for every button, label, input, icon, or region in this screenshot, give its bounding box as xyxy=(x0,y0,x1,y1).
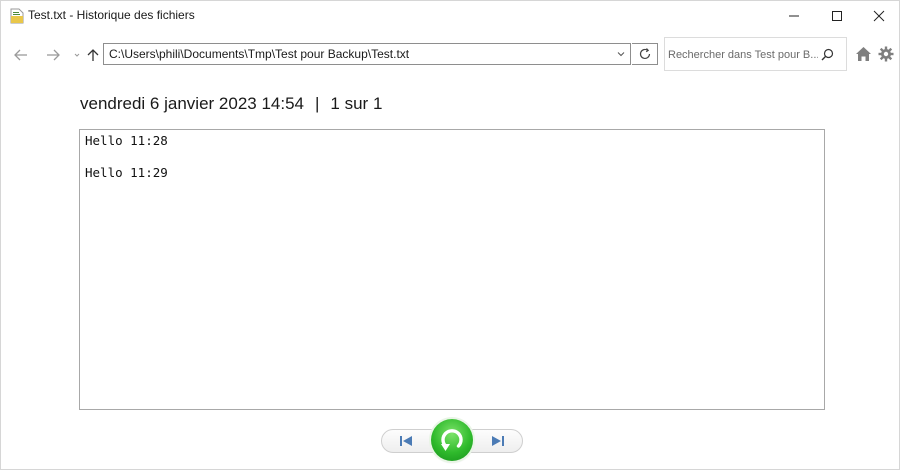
address-path: C:\Users\phili\Documents\Tmp\Test pour B… xyxy=(109,47,410,61)
restore-button[interactable] xyxy=(431,419,473,461)
recent-locations-button[interactable] xyxy=(73,45,81,65)
arrow-right-icon xyxy=(47,49,60,61)
version-datetime: vendredi 6 janvier 2023 14:54 xyxy=(80,94,304,113)
close-icon xyxy=(873,10,885,22)
content-line xyxy=(85,149,819,165)
arrow-left-icon xyxy=(14,49,27,61)
skip-previous-icon xyxy=(400,436,412,446)
restore-icon xyxy=(441,429,463,451)
maximize-icon xyxy=(832,11,842,21)
file-history-window: Test.txt - Historique des fichiers C:\Us… xyxy=(0,0,900,470)
settings-button[interactable] xyxy=(877,45,895,63)
home-button[interactable] xyxy=(854,45,872,63)
chevron-down-icon[interactable] xyxy=(615,48,627,60)
arrow-up-icon xyxy=(87,49,99,61)
skip-next-icon xyxy=(492,436,504,446)
file-preview[interactable]: Hello 11:28 Hello 11:29 xyxy=(79,129,825,410)
previous-version-button[interactable] xyxy=(383,429,429,453)
playback-controls xyxy=(381,419,523,463)
content-line: Hello 11:28 xyxy=(85,133,168,148)
address-bar[interactable]: C:\Users\phili\Documents\Tmp\Test pour B… xyxy=(103,43,631,65)
title-bar: Test.txt - Historique des fichiers xyxy=(1,1,899,31)
gear-icon xyxy=(878,46,894,62)
back-button[interactable] xyxy=(11,45,31,65)
home-icon xyxy=(855,47,871,61)
forward-button[interactable] xyxy=(43,45,63,65)
refresh-button[interactable] xyxy=(632,43,658,65)
search-input[interactable] xyxy=(668,47,818,63)
refresh-icon xyxy=(639,48,650,60)
version-position: 1 sur 1 xyxy=(330,94,383,113)
minimize-button[interactable] xyxy=(771,1,817,31)
next-version-button[interactable] xyxy=(475,429,521,453)
text-file-history-icon xyxy=(10,8,24,24)
version-header: vendredi 6 janvier 2023 14:54 | 1 sur 1 xyxy=(80,94,382,114)
content-line: Hello 11:29 xyxy=(85,165,168,180)
close-button[interactable] xyxy=(856,1,899,31)
maximize-button[interactable] xyxy=(814,1,860,31)
search-icon[interactable] xyxy=(821,48,834,61)
up-button[interactable] xyxy=(83,45,103,65)
search-box[interactable] xyxy=(664,37,847,71)
chevron-down-icon xyxy=(74,53,80,57)
navigation-bar: C:\Users\phili\Documents\Tmp\Test pour B… xyxy=(1,37,899,73)
minimize-icon xyxy=(789,15,799,17)
version-separator: | xyxy=(315,94,320,113)
window-title: Test.txt - Historique des fichiers xyxy=(28,8,195,22)
